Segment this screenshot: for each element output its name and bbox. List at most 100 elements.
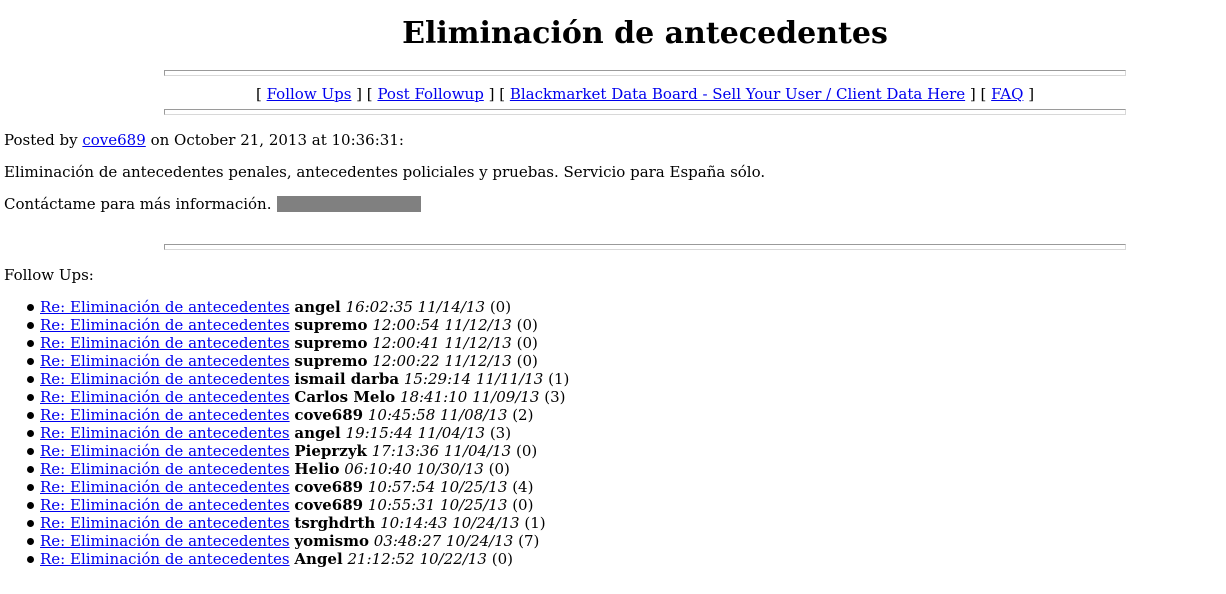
- followup-reply-count: (4): [512, 478, 534, 496]
- followup-item: Re: Eliminación de antecedentes angel 19…: [0, 424, 569, 442]
- followup-item: Re: Eliminación de antecedentes Angel 21…: [0, 550, 569, 568]
- followup-timestamp: 12:00:41 11/12/13: [372, 334, 512, 352]
- followup-link[interactable]: Re: Eliminación de antecedentes: [40, 442, 290, 460]
- followup-link[interactable]: Re: Eliminación de antecedentes: [40, 388, 290, 406]
- followup-timestamp: 06:10:40 10/30/13: [344, 460, 484, 478]
- followup-item: Re: Eliminación de antecedentes supremo …: [0, 352, 569, 370]
- followup-link[interactable]: Re: Eliminación de antecedentes: [40, 532, 290, 550]
- followup-author: Angel: [294, 550, 343, 568]
- followup-reply-count: (1): [548, 370, 570, 388]
- bullet-icon: [27, 520, 34, 527]
- board-link[interactable]: Blackmarket Data Board - Sell Your User …: [510, 85, 965, 103]
- followup-reply-count: (0): [491, 550, 513, 568]
- horizontal-rule: [164, 244, 1126, 250]
- post-author-link[interactable]: cove689: [82, 131, 145, 149]
- followup-link[interactable]: Re: Eliminación de antecedentes: [40, 406, 290, 424]
- followup-author: cove689: [294, 478, 364, 496]
- bullet-icon: [27, 412, 34, 419]
- followup-timestamp: 12:00:54 11/12/13: [372, 316, 512, 334]
- bullet-icon: [27, 448, 34, 455]
- horizontal-rule: [164, 70, 1126, 76]
- nav-separator: ] [: [969, 85, 987, 103]
- followup-reply-count: (7): [518, 532, 540, 550]
- nav-separator: ] [: [488, 85, 506, 103]
- post-body-line: Eliminación de antecedentes penales, ant…: [4, 163, 766, 181]
- posted-by-label: Posted by: [4, 131, 78, 149]
- followup-reply-count: (0): [516, 334, 538, 352]
- followups-heading: Follow Ups:: [4, 266, 94, 284]
- post-byline: Posted by cove689 on October 21, 2013 at…: [4, 130, 404, 150]
- bullet-icon: [27, 466, 34, 473]
- followup-author: angel: [294, 298, 341, 316]
- horizontal-rule: [164, 109, 1126, 115]
- nav-bracket: [: [255, 85, 262, 103]
- followup-author: supremo: [294, 334, 368, 352]
- followup-timestamp: 10:45:58 11/08/13: [367, 406, 508, 424]
- followup-author: angel: [294, 424, 341, 442]
- follow-ups-link[interactable]: Follow Ups: [267, 85, 352, 103]
- followup-author: yomismo: [294, 532, 370, 550]
- bullet-icon: [27, 502, 34, 509]
- followup-item: Re: Eliminación de antecedentes yomismo …: [0, 532, 569, 550]
- followup-timestamp: 18:41:10 11/09/13: [399, 388, 540, 406]
- bullet-icon: [27, 322, 34, 329]
- followup-reply-count: (0): [488, 460, 510, 478]
- followup-item: Re: Eliminación de antecedentes supremo …: [0, 334, 569, 352]
- followup-item: Re: Eliminación de antecedentes ismail d…: [0, 370, 569, 388]
- followup-link[interactable]: Re: Eliminación de antecedentes: [40, 316, 290, 334]
- followup-link[interactable]: Re: Eliminación de antecedentes: [40, 370, 290, 388]
- followup-timestamp: 12:00:22 11/12/13: [372, 352, 512, 370]
- followup-item: Re: Eliminación de antecedentes angel 16…: [0, 298, 569, 316]
- followup-timestamp: 15:29:14 11/11/13: [403, 370, 544, 388]
- followup-item: Re: Eliminación de antecedentes tsrghdrt…: [0, 514, 569, 532]
- followup-author: supremo: [294, 352, 368, 370]
- nav-bracket: ]: [1028, 85, 1035, 103]
- redacted-contact-block: [277, 196, 422, 212]
- followup-timestamp: 17:13:36 11/04/13: [371, 442, 512, 460]
- followup-link[interactable]: Re: Eliminación de antecedentes: [40, 514, 290, 532]
- faq-link[interactable]: FAQ: [991, 85, 1023, 103]
- followup-timestamp: 10:14:43 10/24/13: [380, 514, 520, 532]
- followup-timestamp: 03:48:27 10/24/13: [373, 532, 514, 550]
- followup-item: Re: Eliminación de antecedentes Helio 06…: [0, 460, 569, 478]
- followup-link[interactable]: Re: Eliminación de antecedentes: [40, 298, 290, 316]
- followup-link[interactable]: Re: Eliminación de antecedentes: [40, 334, 290, 352]
- followup-link[interactable]: Re: Eliminación de antecedentes: [40, 550, 290, 568]
- followup-reply-count: (3): [489, 424, 512, 442]
- followup-author: Carlos Melo: [294, 388, 396, 406]
- page-title: Eliminación de antecedentes: [402, 16, 888, 51]
- followup-link[interactable]: Re: Eliminación de antecedentes: [40, 478, 290, 496]
- followup-author: tsrghdrth: [294, 514, 376, 532]
- nav-bar: [ Follow Ups ] [ Post Followup ] [ Black…: [0, 84, 1226, 104]
- bullet-icon: [27, 430, 34, 437]
- followup-link[interactable]: Re: Eliminación de antecedentes: [40, 424, 290, 442]
- followup-timestamp: 10:55:31 10/25/13: [367, 496, 508, 514]
- followup-reply-count: (0): [516, 352, 538, 370]
- bullet-icon: [27, 340, 34, 347]
- followups-list: Re: Eliminación de antecedentes angel 16…: [0, 298, 569, 568]
- forum-post-page: Eliminación de antecedentes [ Follow Ups…: [0, 0, 1226, 594]
- followup-link[interactable]: Re: Eliminación de antecedentes: [40, 352, 290, 370]
- followup-link[interactable]: Re: Eliminación de antecedentes: [40, 460, 290, 478]
- followup-author: cove689: [294, 496, 364, 514]
- followup-item: Re: Eliminación de antecedentes cove689 …: [0, 478, 569, 496]
- followup-author: cove689: [294, 406, 364, 424]
- followup-timestamp: 21:12:52 10/22/13: [347, 550, 487, 568]
- post-followup-link[interactable]: Post Followup: [377, 85, 483, 103]
- followup-reply-count: (0): [516, 442, 538, 460]
- followup-author: Pieprzyk: [294, 442, 367, 460]
- bullet-icon: [27, 376, 34, 383]
- bullet-icon: [27, 556, 34, 563]
- followup-reply-count: (0): [489, 298, 512, 316]
- followup-link[interactable]: Re: Eliminación de antecedentes: [40, 496, 290, 514]
- followup-item: Re: Eliminación de antecedentes Pieprzyk…: [0, 442, 569, 460]
- followup-reply-count: (0): [516, 316, 538, 334]
- followup-author: supremo: [294, 316, 368, 334]
- post-contact-line: Contáctame para más información.: [4, 194, 422, 214]
- followup-reply-count: (0): [512, 496, 534, 514]
- bullet-icon: [27, 484, 34, 491]
- followup-item: Re: Eliminación de antecedentes cove689 …: [0, 406, 569, 424]
- nav-separator: ] [: [356, 85, 373, 103]
- followup-timestamp: 10:57:54 10/25/13: [367, 478, 508, 496]
- followup-timestamp: 19:15:44 11/04/13: [345, 424, 486, 442]
